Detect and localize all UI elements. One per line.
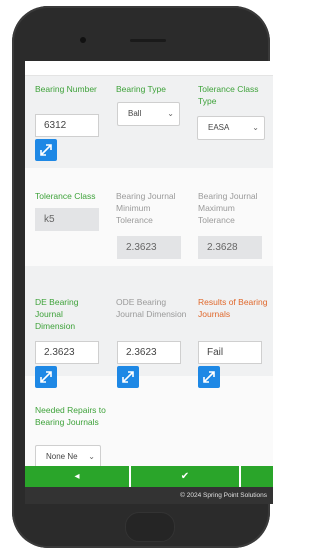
needed-repairs-value: None Ne [46, 452, 78, 461]
bearing-type-label: Bearing Type [116, 84, 166, 94]
home-button[interactable] [125, 512, 175, 542]
copyright-text: © 2024 Spring Point Solutions [25, 487, 273, 504]
footer-nav: ◂ ✔ [25, 466, 273, 487]
arrow-left-icon: ◂ [74, 471, 80, 482]
results-expand-button[interactable] [198, 366, 220, 388]
expand-icon [40, 144, 52, 156]
results-label: Results of Bearing Journals [198, 297, 268, 319]
chevron-down-icon: ⌄ [252, 123, 259, 132]
submit-button[interactable]: ✔ [131, 466, 239, 487]
results-input[interactable]: Fail [198, 341, 262, 364]
tolerance-class-type-label: Tolerance Class Type [198, 84, 259, 106]
previous-button[interactable]: ◂ [25, 466, 129, 487]
journal-min-field: 2.3623 [117, 236, 181, 259]
expand-icon [122, 371, 134, 383]
journal-max-label: Bearing Journal Maximum Tolerance [198, 191, 258, 225]
chevron-down-icon: ⌄ [88, 452, 95, 461]
de-journal-expand-button[interactable] [35, 366, 57, 388]
tolerance-class-field: k5 [35, 208, 99, 231]
speaker-grille [130, 39, 166, 42]
check-icon: ✔ [180, 471, 190, 482]
ode-journal-expand-button[interactable] [117, 366, 139, 388]
de-journal-input[interactable]: 2.3623 [35, 341, 99, 364]
tolerance-class-label: Tolerance Class [35, 191, 96, 201]
de-journal-label: DE Bearing Journal Dimension [35, 297, 79, 331]
needed-repairs-label: Needed Repairs to Bearing Journals [35, 405, 106, 427]
ode-journal-input[interactable]: 2.3623 [117, 341, 181, 364]
bearing-type-select[interactable]: Ball ⌄ [117, 102, 180, 126]
camera-icon [80, 37, 86, 43]
tolerance-class-type-value: EASA [208, 123, 230, 132]
ode-journal-label: ODE Bearing Journal Dimension [116, 297, 187, 319]
expand-icon [203, 371, 215, 383]
tolerance-class-type-select[interactable]: EASA ⌄ [197, 116, 265, 140]
expand-icon [40, 371, 52, 383]
top-bar [25, 61, 273, 76]
journal-min-label: Bearing Journal Minimum Tolerance [116, 191, 176, 225]
journal-max-field: 2.3628 [198, 236, 262, 259]
next-button[interactable] [241, 466, 273, 487]
app-screen: Bearing Number 6312 Bearing Type Ball ⌄ … [25, 61, 273, 504]
bearing-number-input[interactable]: 6312 [35, 114, 99, 137]
chevron-down-icon: ⌄ [167, 109, 174, 118]
bearing-number-expand-button[interactable] [35, 139, 57, 161]
bearing-type-value: Ball [128, 109, 142, 118]
bearing-number-label: Bearing Number [35, 84, 97, 94]
